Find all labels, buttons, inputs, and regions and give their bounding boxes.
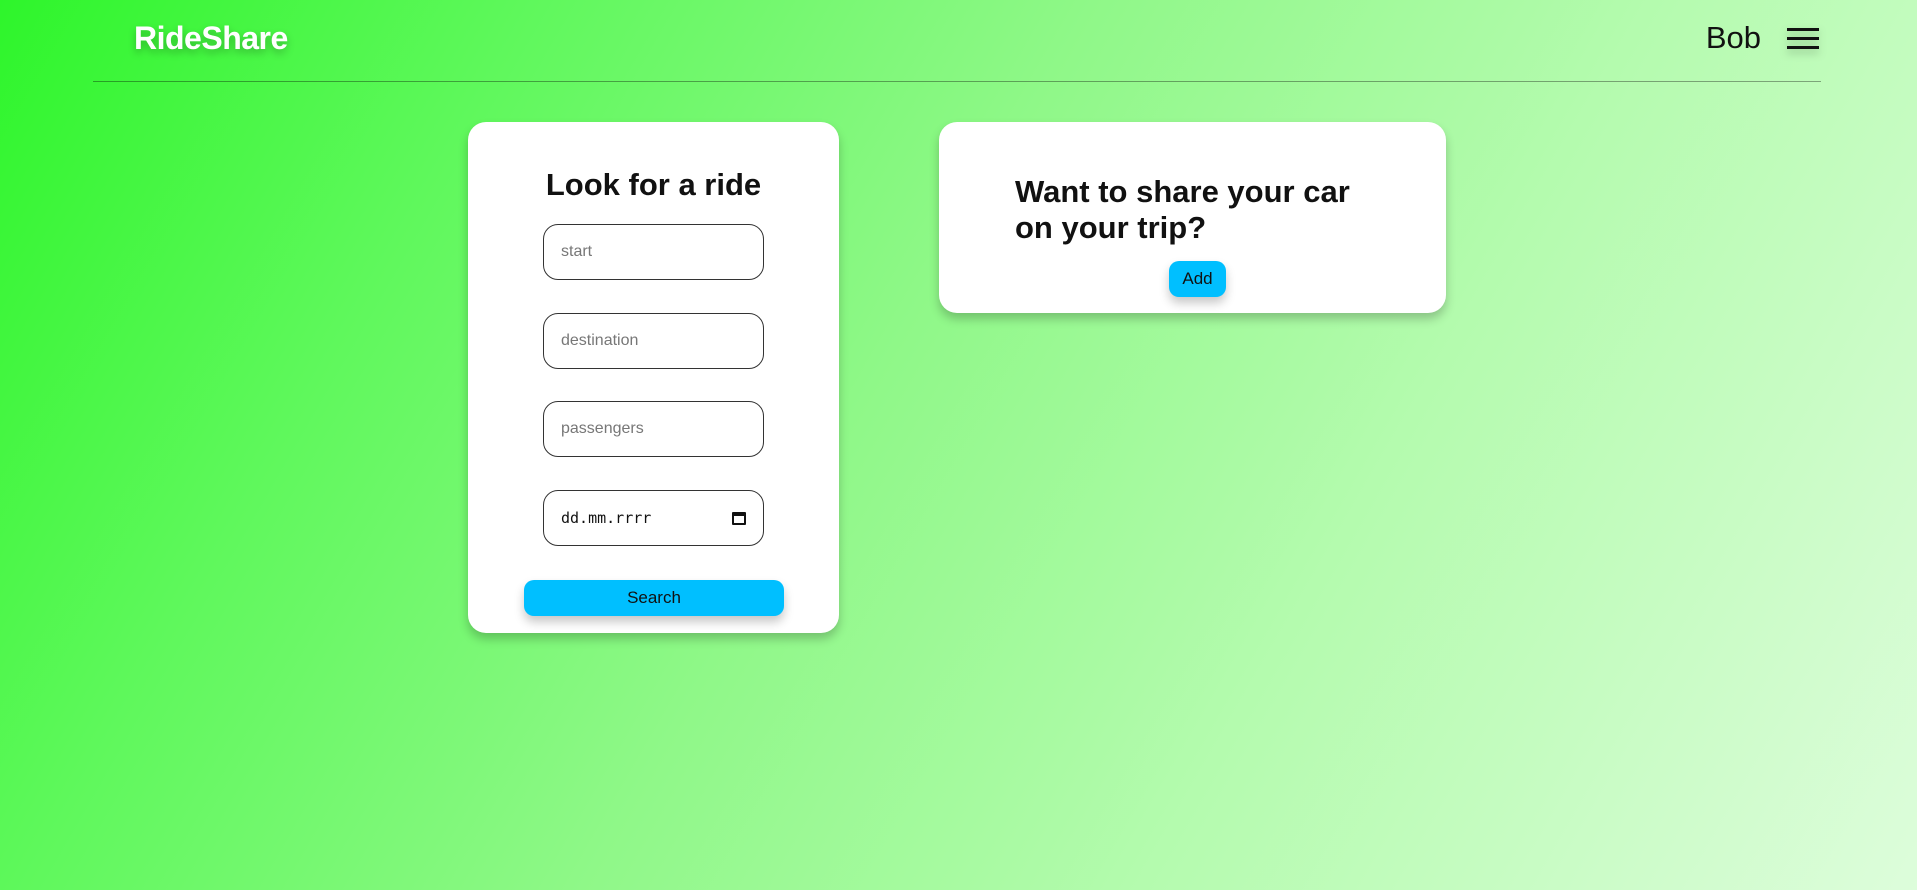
add-ride-button[interactable]: Add [1169, 261, 1226, 297]
share-car-card: Want to share your car on your trip? Add [939, 122, 1446, 313]
date-placeholder: dd.mm.rrrr [561, 509, 652, 527]
passengers-input[interactable] [543, 401, 764, 457]
calendar-icon[interactable] [732, 511, 746, 525]
date-input[interactable]: dd.mm.rrrr [543, 490, 764, 546]
hamburger-menu-icon[interactable] [1787, 28, 1819, 50]
menu-line [1787, 28, 1819, 31]
app-logo[interactable]: RideShare [134, 20, 288, 57]
start-location-input[interactable] [543, 224, 764, 280]
destination-input[interactable] [543, 313, 764, 369]
user-name[interactable]: Bob [1706, 20, 1761, 56]
search-button[interactable]: Search [524, 580, 784, 616]
share-car-title: Want to share your car on your trip? [1015, 173, 1350, 245]
ride-search-title: Look for a ride [545, 166, 762, 202]
ride-search-card: Look for a ride dd.mm.rrrr Search [468, 122, 839, 633]
menu-line [1787, 46, 1819, 49]
menu-line [1787, 37, 1819, 40]
top-navigation-bar: RideShare Bob [93, 0, 1821, 82]
